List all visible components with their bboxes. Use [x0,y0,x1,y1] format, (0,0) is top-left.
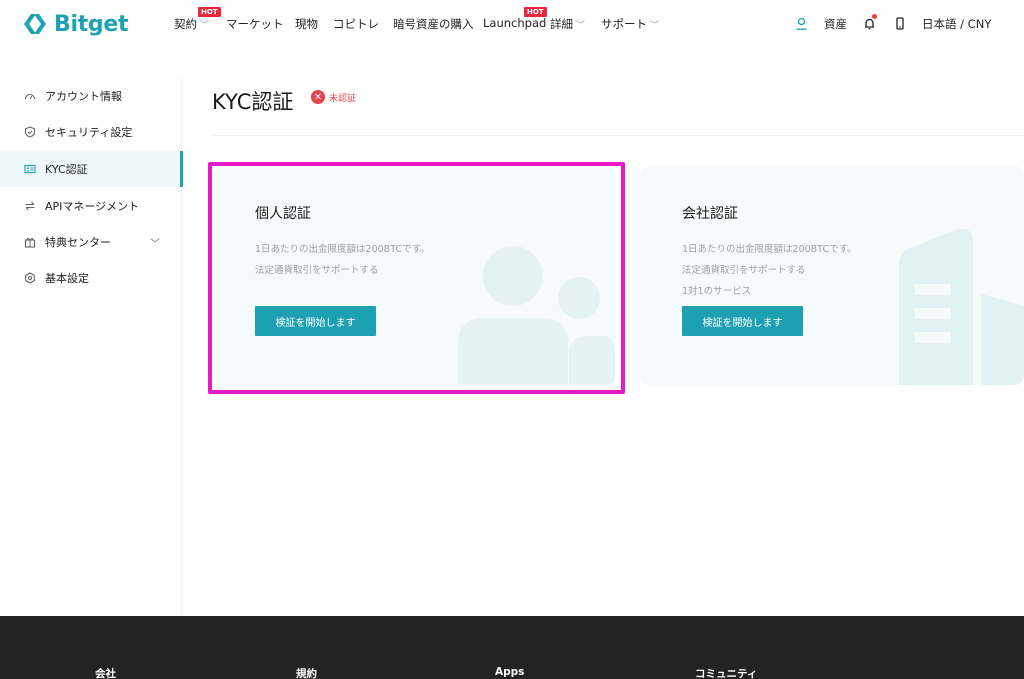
user-icon[interactable] [793,15,809,31]
sidebar-item-label: セキュリティ設定 [45,126,133,139]
bell-icon[interactable] [861,14,877,31]
building-illustration-icon [899,228,1024,385]
sidebar-item-label: アカウント情報 [45,90,122,103]
footer-column-terms[interactable]: 規約 [296,666,317,679]
card-description: 1日あたりの出金限度額は200BTCです。 [255,244,430,255]
nav-contract[interactable]: 契約 ﹀ HOT [174,7,221,32]
sidebar-item-api[interactable]: APIマネージメント [0,188,182,224]
error-icon: ✕ [311,90,325,104]
start-personal-verification-button[interactable]: 検証を開始します [255,306,376,336]
id-card-icon [23,162,37,176]
nav-label: 現物 [295,17,318,31]
footer-column-apps[interactable]: Apps [495,666,524,678]
nav-label: 契約 [174,17,197,31]
bitget-logo[interactable]: Bitget [22,10,129,38]
mobile-icon[interactable] [892,15,908,31]
nav-copy-trade[interactable]: コピトレ [333,16,379,32]
language-selector[interactable]: 日本語 / CNY [922,16,991,32]
sidebar-item-label: APIマネージメント [45,200,140,213]
nav-spot[interactable]: 現物 [295,16,318,32]
bitget-logo-icon [24,14,46,34]
nav-label: 暗号資産の購入 [393,17,474,31]
footer-column-community[interactable]: コミュニティ [695,666,757,679]
assets-label: 資産 [824,17,847,31]
person-illustration-icon [458,246,615,385]
chevron-down-icon: ﹀ [200,20,210,31]
card-title: 個人認証 [255,206,311,222]
nav-label: サポート [601,17,647,31]
sidebar-item-account[interactable]: アカウント情報 [0,78,182,114]
language-label: 日本語 / CNY [922,17,992,31]
brand-name: Bitget [54,11,129,37]
footer-column-company[interactable]: 会社 [95,666,116,679]
chevron-down-icon: ﹀ [150,238,160,250]
sidebar: アカウント情報 セキュリティ設定 KYC認証 APIマネージメント 特典センター… [0,78,183,616]
assets-link[interactable]: 資産 [824,16,847,32]
chevron-down-icon: ﹀ [650,20,660,31]
status-text: 未認証 [329,93,357,104]
nav-buy-crypto[interactable]: 暗号資産の購入 [393,16,474,32]
personal-verification-card: 個人認証 1日あたりの出金限度額は200BTCです。 法定通貨取引をサポートする… [213,166,616,385]
status-badge: ✕ 未認証 [311,90,356,104]
hot-badge: HOT [524,7,547,17]
nav-label: マーケット [226,17,284,31]
gift-icon [23,235,37,249]
card-description: 1対1のサービス [682,286,752,297]
nav-label: Launchpad [483,16,547,30]
gear-icon [23,271,37,285]
top-header: Bitget 契約 ﹀ HOT マーケット 現物 コピトレ 暗号資産の購入 La… [0,0,1024,48]
sidebar-item-rewards[interactable]: 特典センター ﹀ [0,224,182,260]
card-description: 1日あたりの出金限度額は200BTCです。 [682,244,857,255]
nav-label: 詳細 [550,17,573,31]
nav-support[interactable]: サポート ﹀ [601,16,659,32]
shield-icon [23,125,37,139]
card-description: 法定通貨取引をサポートする [682,265,806,276]
notification-dot [872,14,877,19]
sidebar-item-label: 基本設定 [45,272,89,285]
title-divider [212,135,1024,136]
api-arrows-icon [23,199,37,213]
sidebar-item-label: 特典センター [45,236,111,249]
chevron-down-icon: ﹀ [576,20,586,31]
card-title: 会社認証 [682,206,738,222]
nav-label: コピトレ [333,17,379,31]
page-title: KYC認証 [212,90,294,114]
hot-badge: HOT [198,7,221,17]
sidebar-item-security[interactable]: セキュリティ設定 [0,114,182,150]
nav-launchpad[interactable]: Launchpad HOT [483,7,547,30]
start-company-verification-button[interactable]: 検証を開始します [682,306,803,336]
dashboard-icon [23,89,37,103]
sidebar-item-preferences[interactable]: 基本設定 [0,260,182,296]
sidebar-item-label: KYC認証 [45,163,88,176]
nav-more[interactable]: 詳細 ﹀ [550,16,585,32]
sidebar-item-kyc[interactable]: KYC認証 [0,151,183,187]
card-description: 法定通貨取引をサポートする [255,265,379,276]
company-verification-card: 会社認証 1日あたりの出金限度額は200BTCです。 法定通貨取引をサポートする… [640,166,1024,385]
nav-markets[interactable]: マーケット [226,16,284,32]
footer: 会社 規約 Apps コミュニティ [0,616,1024,679]
